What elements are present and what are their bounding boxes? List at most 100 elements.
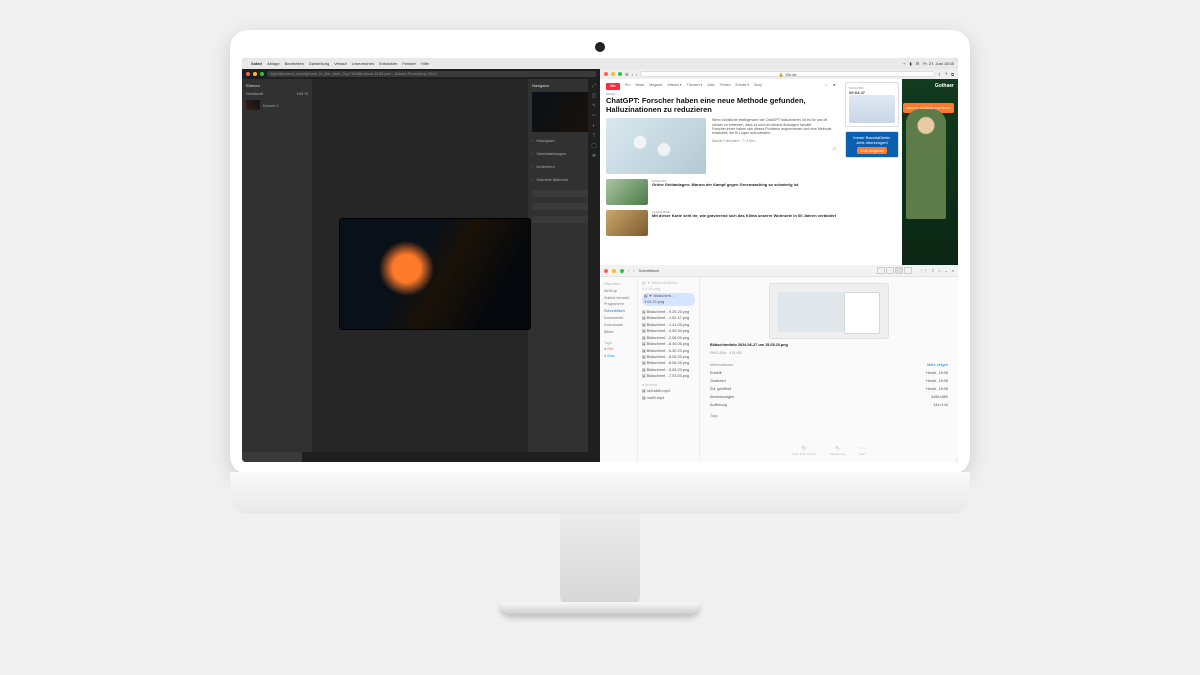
navigator-thumbnail[interactable] (532, 92, 596, 132)
file-row[interactable]: Bildschirmf…1.52.47.png (642, 315, 695, 321)
qa-markup[interactable]: ✎Markierung (830, 445, 845, 456)
show-more-link[interactable]: Mehr zeigen (927, 363, 948, 367)
close-icon[interactable] (604, 72, 608, 76)
minimize-icon[interactable] (611, 72, 615, 76)
sidebar-item[interactable]: Dokumente (604, 315, 633, 322)
search-icon[interactable]: ⌕ (825, 83, 827, 90)
back-icon[interactable]: ‹ (628, 269, 629, 273)
file-row[interactable]: Bildschirmf…7.53.53.png (642, 373, 695, 379)
menu-item[interactable]: Lesezeichen (352, 61, 374, 66)
article-hero-image[interactable] (606, 118, 706, 174)
tool-icon[interactable]: ◫ (592, 93, 597, 99)
share-icon[interactable]: ⇪ (938, 72, 941, 77)
address-bar[interactable]: 🔒 t3n.de (640, 71, 935, 77)
nav-item[interactable]: Magazin (649, 83, 662, 90)
menu-item[interactable]: Hilfe (421, 61, 429, 66)
canvas-area[interactable] (312, 79, 528, 452)
opacity-value[interactable]: 100 % (297, 91, 308, 96)
minimize-icon[interactable] (253, 72, 257, 76)
close-icon[interactable] (604, 269, 608, 273)
nav-item[interactable]: Events ▾ (736, 83, 749, 90)
tool-icon[interactable]: ◯ (591, 143, 597, 149)
preview-image[interactable]: ↖ (769, 283, 889, 339)
battery-icon[interactable]: ▮ (910, 61, 912, 66)
minimize-icon[interactable] (612, 269, 616, 273)
ad-cta-button[interactable]: Zum Angebot (857, 147, 887, 154)
menu-item[interactable]: Verlauf (334, 61, 346, 66)
menubar-app-name[interactable]: Safari (251, 61, 262, 66)
file-row[interactable]: ▼ Bildschirm… · 3.05.23.png (642, 293, 695, 306)
story-thumb[interactable] (606, 210, 648, 236)
ad-bavaria[interactable]: Immer BavariaDirekt. Jetzt überzeugen! Z… (845, 131, 899, 158)
article-headline[interactable]: ChatGPT: Forscher haben eine neue Method… (606, 97, 836, 114)
menu-item[interactable]: Entwickler (379, 61, 397, 66)
close-icon[interactable] (246, 72, 250, 76)
skyscraper-ad[interactable]: Gothaer WENN KI SCHADENSGUTACHT (902, 79, 958, 265)
view-switcher[interactable] (877, 267, 912, 274)
panel-section[interactable]: Voreinstellungen (532, 149, 596, 158)
menu-item[interactable]: Fenster (402, 61, 416, 66)
tool-icon[interactable]: T (592, 133, 595, 139)
site-logo[interactable]: t3n (606, 83, 620, 90)
file-row[interactable]: Bildschirmf…8.40.06.png (642, 341, 695, 347)
action-icon[interactable]: ⌄ (945, 268, 948, 273)
menu-item[interactable]: Bearbeiten (285, 61, 304, 66)
story-thumb[interactable] (606, 179, 648, 205)
panel-section[interactable]: Schnelle Aktionen (532, 175, 596, 184)
ad-countdown[interactable]: NOCH BIS 09:04:47 (845, 82, 899, 127)
tool-icon[interactable]: ◐ (592, 123, 595, 129)
nav-item[interactable]: News (635, 83, 644, 90)
nav-item[interactable]: Themen ▾ (687, 83, 703, 90)
zoom-indicator[interactable] (242, 452, 302, 462)
file-row[interactable]: Bildschirmf…4.59.54.png (642, 328, 695, 334)
nav-item[interactable]: Shop (754, 83, 762, 90)
sidebar-icon[interactable]: ☰ (625, 72, 629, 77)
tool-icon[interactable]: ⤢ (592, 83, 596, 89)
tool-icon[interactable]: ✥ (592, 153, 596, 159)
zoom-icon[interactable] (620, 269, 624, 273)
file-row[interactable]: mail3.mp4 (642, 395, 695, 401)
sidebar-item[interactable]: Bilder (604, 329, 633, 336)
preset-button[interactable] (532, 216, 596, 223)
panel-section[interactable]: Histogram (532, 136, 596, 145)
sidebar-item[interactable]: AirDrop (604, 288, 633, 295)
group-icon[interactable]: ⋮⋮ (920, 268, 928, 273)
qa-rotate[interactable]: ↻Nach links drehen (792, 445, 816, 456)
tabs-icon[interactable]: ⧉ (951, 72, 954, 77)
nav-item[interactable]: Firmen (720, 83, 731, 90)
tool-icon[interactable]: ✎ (592, 103, 596, 109)
story-title[interactable]: Mit dieser Karte seht ihr, wie gravieren… (652, 214, 836, 219)
sidebar-item[interactable]: Downloads (604, 322, 633, 329)
menu-item[interactable]: Darstellung (309, 61, 329, 66)
qa-more[interactable]: ⋯Mehr (859, 445, 866, 456)
search-icon[interactable]: ⌕ (952, 269, 954, 273)
newtab-icon[interactable]: ＋ (944, 71, 948, 77)
back-icon[interactable]: ‹ (632, 72, 633, 77)
story-title[interactable]: Grüne Geldanlagen: Warum der Kampf gegen… (652, 183, 836, 188)
file-row[interactable]: Bildschirmf…8.06.25.png (642, 360, 695, 366)
zoom-icon[interactable] (260, 72, 264, 76)
menubar-clock[interactable]: Fr. 27. Juni 15:05 (923, 61, 954, 66)
forward-icon[interactable]: › (636, 72, 637, 77)
sidebar-item[interactable]: Schreibtisch (604, 308, 633, 315)
preset-button[interactable] (532, 203, 596, 210)
preset-button[interactable] (532, 190, 596, 197)
bookmark-icon[interactable]: ☐ (712, 147, 836, 151)
share-icon[interactable]: ⇪ (931, 268, 934, 273)
forward-icon[interactable]: › (633, 269, 634, 273)
panel-section[interactable]: Umkehren (532, 162, 596, 171)
sidebar-tag[interactable]: Rot (604, 346, 633, 353)
file-group[interactable]: ▼ Bildschirmfotos · 4.5.24.png (642, 280, 695, 293)
menu-item[interactable]: Ablage (267, 61, 279, 66)
layer-row[interactable]: Kurven 1 (246, 100, 308, 110)
tag-icon[interactable]: ⌂ (938, 269, 940, 273)
zoom-icon[interactable] (618, 72, 622, 76)
nav-item[interactable]: Jobs (707, 83, 714, 90)
tool-icon[interactable]: ✂ (592, 113, 596, 119)
sidebar-tag[interactable]: Blau (604, 353, 633, 360)
nav-item[interactable]: Pro (625, 83, 630, 90)
sidebar-item[interactable]: Zuletzt benutzt (604, 295, 633, 302)
wifi-icon[interactable]: ⌁ (903, 61, 905, 66)
user-icon[interactable]: ☻ (832, 83, 836, 90)
control-center-icon[interactable]: ⊟ (916, 61, 919, 66)
